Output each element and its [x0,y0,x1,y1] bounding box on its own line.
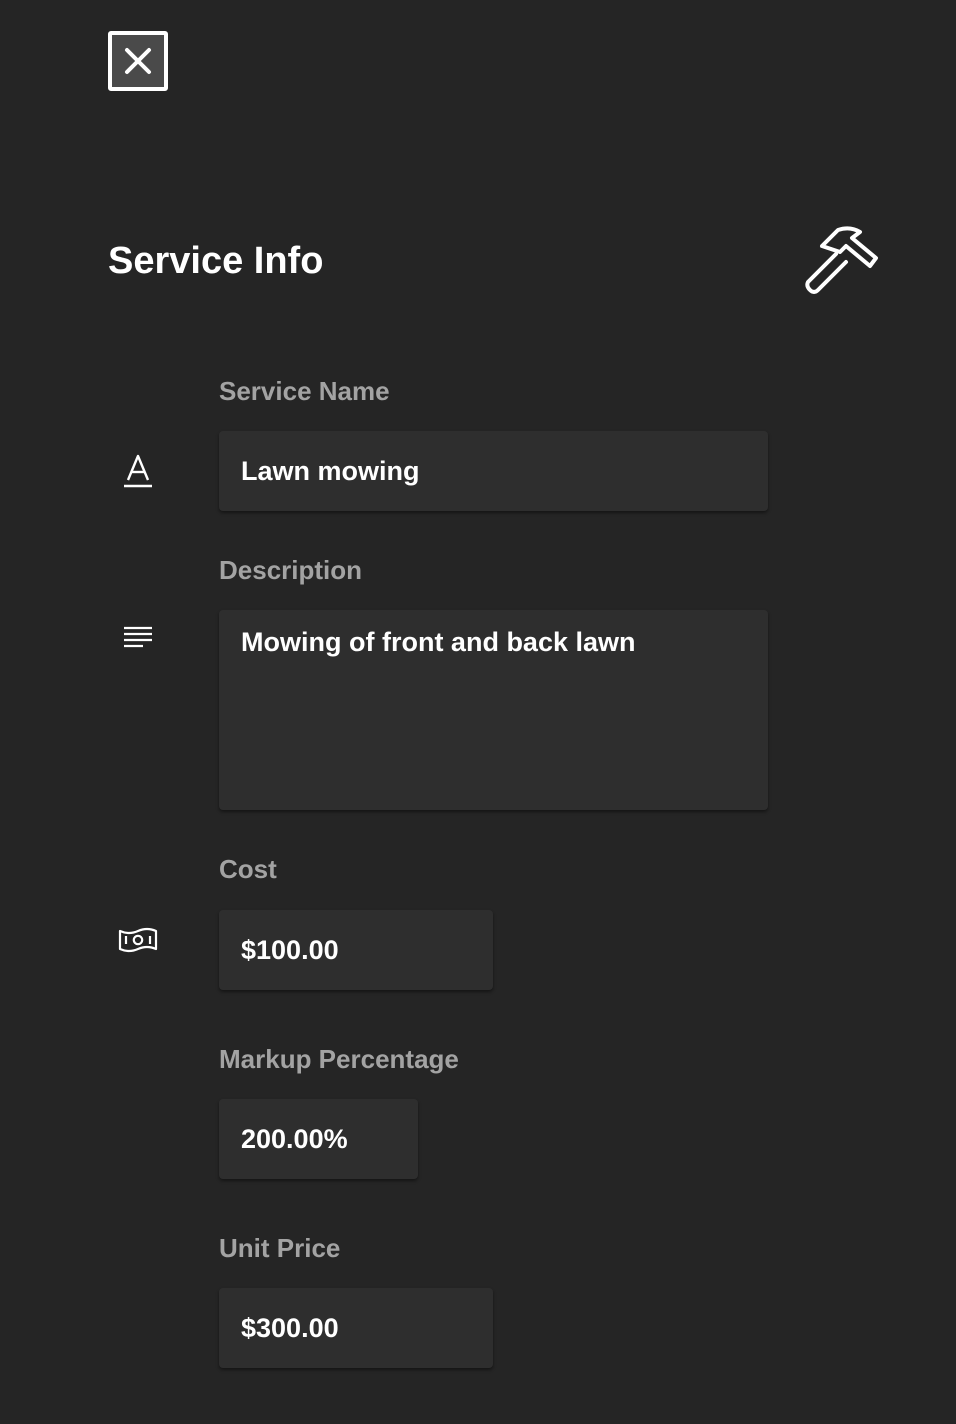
unit-price-input[interactable]: $300.00 [219,1288,493,1368]
cost-input[interactable]: $100.00 [219,910,493,990]
close-icon [125,48,151,74]
page-title: Service Info [108,240,324,282]
cost-value: $100.00 [241,934,339,965]
service-name-label: Service Name [219,376,390,406]
markup-input[interactable]: 200.00% [219,1099,418,1179]
paragraph-icon [118,618,158,658]
service-name-input[interactable]: Lawn mowing [219,431,768,511]
money-icon [118,920,158,960]
service-info-page: Service Info Service Name Lawn mowing De… [0,0,956,1424]
text-format-icon [118,451,158,491]
markup-label: Markup Percentage [219,1044,459,1074]
unit-price-value: $300.00 [241,1312,339,1343]
hammer-icon [805,226,878,294]
description-value: Mowing of front and back lawn [241,627,636,657]
description-label: Description [219,555,363,585]
service-name-value: Lawn mowing [241,455,420,486]
close-button[interactable] [108,31,168,91]
markup-value: 200.00% [241,1123,348,1154]
cost-label: Cost [219,854,277,884]
description-textarea[interactable]: Mowing of front and back lawn [219,610,768,810]
unit-price-label: Unit Price [219,1233,341,1263]
